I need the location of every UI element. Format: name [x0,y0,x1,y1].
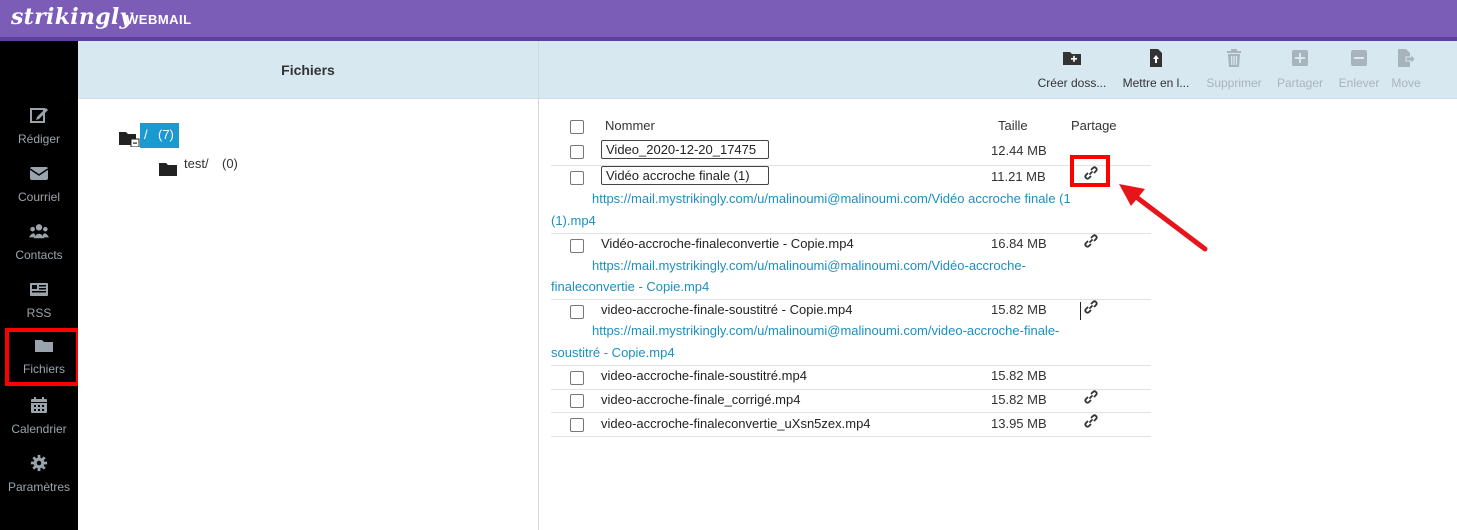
row-checkbox[interactable] [570,418,584,432]
sidebar-item-label: Rédiger [17,132,61,146]
sidebar-item-label: Calendrier [11,422,67,436]
move-button[interactable]: Move [1387,49,1425,94]
minus-square-icon [1351,50,1367,66]
sidebar-item-contacts[interactable]: Contacts [0,214,78,272]
sidebar-item-files[interactable]: Fichiers [5,328,80,386]
share-link-icon[interactable] [1084,300,1098,314]
file-size: 15.82 MB [991,302,1047,317]
sidebar-item-calendar[interactable]: Calendrier [0,388,78,446]
column-header-name[interactable]: Nommer [605,118,655,133]
trash-icon [1227,49,1241,67]
sidebar-item-label: RSS [26,306,52,320]
file-name[interactable]: video-accroche-finale-soustitré - Copie.… [601,302,852,317]
unshare-button[interactable]: Enlever [1335,49,1383,94]
top-bar: strikingly WEBMAIL [0,0,1457,41]
delete-label: Supprimer [1206,76,1262,90]
share-url[interactable]: https://mail.mystrikingly.com/u/malinoum… [592,191,1071,206]
upload-button[interactable]: Mettre en l... [1119,49,1193,94]
annotation-highlight-box [1070,155,1110,187]
sidebar-item-label: Contacts [15,248,63,262]
folder-test-name[interactable]: test/ [184,156,209,171]
create-folder-button[interactable]: Créer doss... [1035,49,1109,94]
share-link-icon[interactable] [1084,234,1098,248]
users-icon [29,224,49,239]
row-checkbox[interactable] [570,394,584,408]
sidebar-item-mail[interactable]: Courriel [0,156,78,214]
folders-header: Fichiers [78,41,538,99]
row-divider [551,412,1151,413]
file-size: 16.84 MB [991,236,1047,251]
folder-test-count: (0) [222,156,238,171]
unshare-label: Enlever [1338,76,1380,90]
plus-square-icon [1292,50,1308,66]
row-checkbox[interactable] [570,305,584,319]
file-export-icon [1398,49,1415,67]
sidebar: Rédiger Courriel Contacts RSS Fichiers C… [0,41,80,530]
newspaper-icon [30,283,48,296]
share-button[interactable]: Partager [1273,49,1327,94]
file-size: 13.95 MB [991,416,1047,431]
share-url[interactable]: https://mail.mystrikingly.com/u/malinoum… [592,323,1059,338]
column-header-share[interactable]: Partage [1071,118,1117,133]
upload-label: Mettre en l... [1122,76,1190,90]
folder-icon[interactable] [158,160,178,177]
select-all-checkbox[interactable] [570,120,584,134]
file-name[interactable]: video-accroche-finaleconvertie_uXsn5zex.… [601,416,871,431]
gear-icon [30,454,48,472]
row-divider [551,365,1151,366]
strikingly-logo[interactable]: strikingly [11,4,133,30]
file-size: 11.21 MB [991,169,1046,184]
file-upload-icon [1150,49,1162,67]
share-url-cont[interactable]: soustitré - Copie.mp4 [551,345,675,360]
folder-tree: / (7) test/ (0) [78,99,538,530]
file-size: 12.44 MB [991,143,1047,158]
files-list: Nommer Taille Partage Video_2020-12-20_1… [539,99,1457,530]
share-url-cont[interactable]: finaleconvertie - Copie.mp4 [551,279,709,294]
share-label: Partager [1276,76,1324,90]
folder-icon [35,340,53,352]
folder-plus-icon [1063,52,1081,65]
files-toolbar: Créer doss... Mettre en l... Supprimer P… [539,41,1457,99]
folder-root-count: (7) [158,127,174,142]
file-size: 15.82 MB [991,368,1047,383]
file-size: 15.82 MB [991,392,1047,407]
webmail-label: WEBMAIL [126,12,192,27]
sidebar-item-label: Fichiers [22,362,65,376]
row-divider [551,389,1151,390]
share-url-cont[interactable]: (1).mp4 [551,213,596,228]
row-checkbox[interactable] [570,145,584,159]
file-name[interactable]: video-accroche-finale_corrigé.mp4 [601,392,800,407]
folder-root-name: / [144,127,148,142]
file-name[interactable]: Vidéo-accroche-finaleconvertie - Copie.m… [601,236,854,251]
text-cursor [1080,302,1081,320]
delete-button[interactable]: Supprimer [1203,49,1265,94]
sidebar-item-label: Paramètres [7,480,71,494]
share-link-icon[interactable] [1084,390,1098,404]
move-label: Move [1391,76,1421,90]
share-url[interactable]: https://mail.mystrikingly.com/u/malinoum… [592,258,1026,273]
file-name[interactable]: video-accroche-finale-soustitré.mp4 [601,368,807,383]
row-checkbox[interactable] [570,171,584,185]
share-link-icon[interactable] [1084,414,1098,428]
sidebar-item-compose[interactable]: Rédiger [0,98,78,156]
row-divider [551,436,1151,437]
row-checkbox[interactable] [570,239,584,253]
file-name-input[interactable]: Vidéo accroche finale (1) [601,166,769,185]
open-folder-icon[interactable] [118,129,140,147]
sidebar-item-label: Courriel [17,190,60,204]
folders-title: Fichiers [281,62,335,78]
envelope-icon [29,167,49,180]
file-name-input[interactable]: Video_2020-12-20_17475 [601,140,769,159]
compose-icon [30,108,48,123]
annotation-arrow [1119,184,1208,252]
sidebar-item-rss[interactable]: RSS [0,272,78,330]
sidebar-item-settings[interactable]: Paramètres [0,446,78,504]
row-divider [551,299,1151,300]
create-folder-label: Créer doss... [1037,76,1107,90]
calendar-icon [31,397,47,413]
folder-root[interactable]: / (7) [140,123,179,148]
column-header-size[interactable]: Taille [998,118,1028,133]
row-checkbox[interactable] [570,371,584,385]
row-divider [551,233,1151,234]
